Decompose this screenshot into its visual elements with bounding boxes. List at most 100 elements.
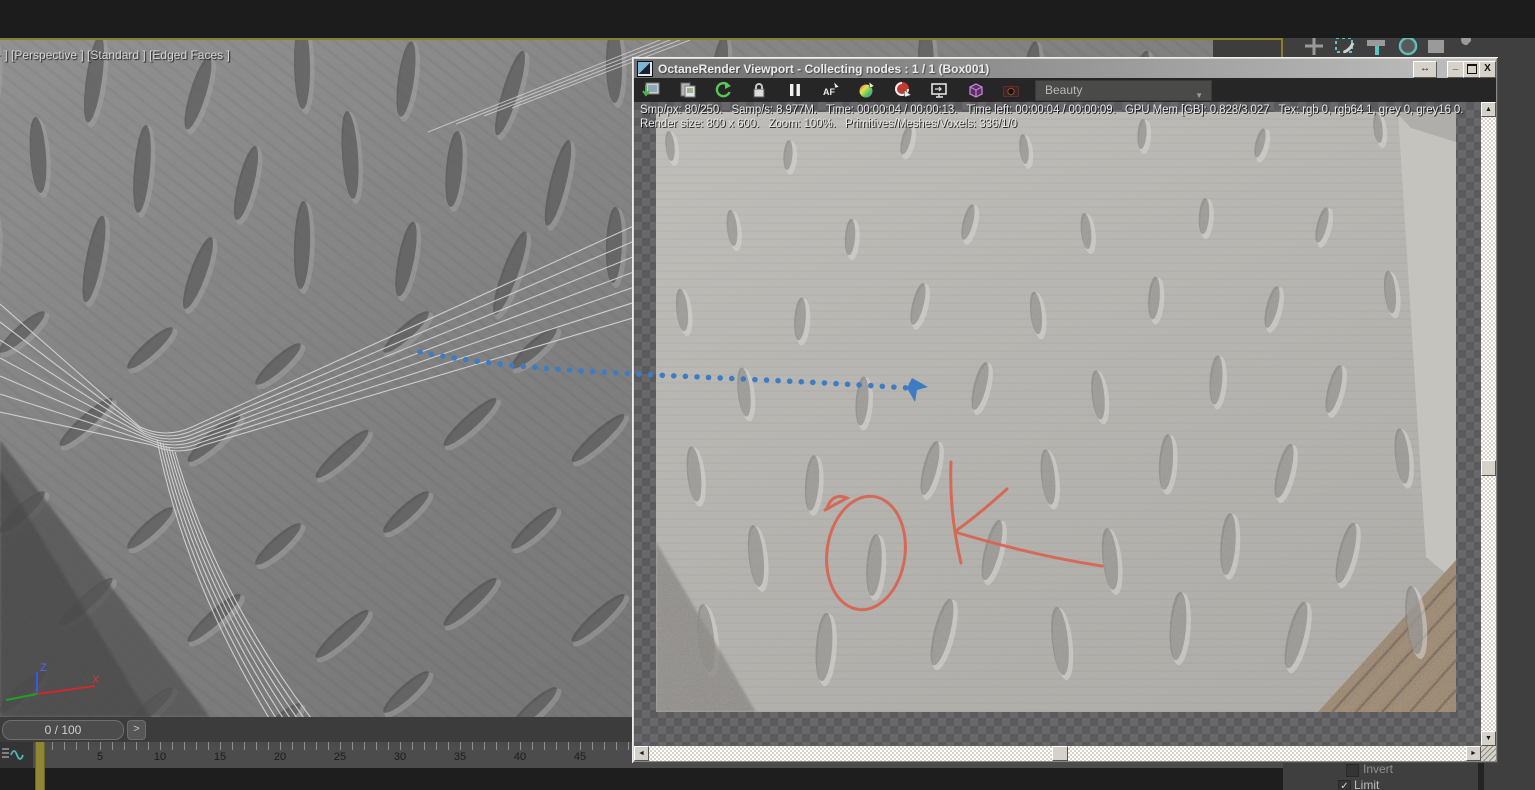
trackbar-tick-label: 25: [333, 751, 347, 763]
trackbar-tick: [592, 742, 593, 750]
trackbar-tick-label: 10: [153, 751, 167, 763]
material-pick-icon[interactable]: [893, 80, 913, 100]
trackbar-lower-area: [0, 768, 1283, 790]
resize-grip[interactable]: [1481, 746, 1496, 761]
rendered-image: [656, 112, 1459, 715]
vertical-scrollbar[interactable]: ▲ ▼: [1481, 102, 1496, 746]
curve-editor-icon: [2, 748, 24, 760]
trackbar-tick: [52, 742, 53, 750]
trackbar-tick: [256, 742, 257, 750]
octane-render-window: OctaneRender Viewport - Collecting nodes…: [632, 57, 1498, 763]
trackbar-tick: [76, 742, 77, 750]
trackbar-tick: [208, 742, 209, 750]
render-pass-value: Beauty: [1045, 82, 1083, 97]
restart-render-icon[interactable]: [713, 80, 733, 100]
trackbar-tick: [268, 742, 269, 750]
trackbar-tick-label: 15: [213, 751, 227, 763]
trackbar-tick: [556, 742, 557, 750]
trackbar-tick: [616, 742, 617, 750]
octane-window-title: OctaneRender Viewport - Collecting nodes…: [658, 61, 990, 76]
maximize-button[interactable]: [1463, 61, 1480, 78]
trackbar-tick: [136, 742, 137, 750]
trackbar-tick: [172, 742, 173, 750]
trackbar-tick-label: 35: [453, 751, 467, 763]
trackbar-tick: [508, 742, 509, 750]
render-pass-dropdown[interactable]: Beauty ▼: [1035, 79, 1212, 101]
octane-title-bar[interactable]: OctaneRender Viewport - Collecting nodes…: [634, 59, 1496, 78]
trackbar-tick: [124, 742, 125, 750]
trackbar-tick: [412, 742, 413, 750]
screen: Invert ✓ Limit Effect: [0, 0, 1535, 790]
scroll-down-icon[interactable]: ▼: [1481, 731, 1496, 746]
scroll-up-icon[interactable]: ▲: [1481, 102, 1496, 117]
trackbar-tick: [496, 742, 497, 750]
trackbar-tick: [484, 742, 485, 750]
trackbar-tick: [604, 742, 605, 750]
camera-icon[interactable]: [1001, 80, 1021, 100]
panel-divider: [1478, 763, 1484, 790]
trackbar-tick: [400, 742, 401, 750]
invert-checkbox[interactable]: [1346, 764, 1359, 777]
subsampling-icon[interactable]: [929, 80, 949, 100]
trackbar-tick: [364, 742, 365, 750]
trackbar-tick: [472, 742, 473, 750]
curve-editor-button[interactable]: [0, 742, 33, 768]
trackbar-tick: [424, 742, 425, 750]
trackbar-tick: [436, 742, 437, 750]
close-button[interactable]: X: [1479, 61, 1496, 78]
octane-status-line1: Smp/px: 80/250. Samp/s: 8.977M. Time: 00…: [640, 104, 1464, 116]
trackbar-tick: [352, 742, 353, 750]
horizontal-scrollbar[interactable]: ◄ ►: [634, 746, 1481, 761]
trackbar-tick: [520, 742, 521, 750]
trackbar-tick: [340, 742, 341, 750]
minimize-button[interactable]: _: [1447, 61, 1464, 78]
save-image-icon[interactable]: [641, 80, 661, 100]
horizontal-scrollbar-thumb[interactable]: [1052, 746, 1068, 761]
trackbar-tick: [88, 742, 89, 750]
trackbar-tick: [184, 742, 185, 750]
render-view[interactable]: [634, 102, 1481, 746]
trackbar-tick: [232, 742, 233, 750]
trackbar-tick: [448, 742, 449, 750]
trackbar-tick: [388, 742, 389, 750]
trackbar-tick: [244, 742, 245, 750]
white-balance-pick-icon[interactable]: [857, 80, 877, 100]
limit-effect-checkbox[interactable]: ✓: [1338, 780, 1351, 790]
trackbar-tick: [292, 742, 293, 750]
trackbar-tick: [580, 742, 581, 750]
current-frame-marker[interactable]: [35, 742, 45, 790]
trackbar-tick: [160, 742, 161, 750]
pause-render-icon[interactable]: [785, 80, 805, 100]
octane-app-icon: [637, 60, 653, 77]
time-slider-field[interactable]: 0 / 100: [2, 720, 124, 740]
octane-toolbar: AF Beauty ▼: [634, 78, 1496, 102]
trackbar-tick: [112, 742, 113, 750]
trackbar-tick: [64, 742, 65, 750]
scroll-right-icon[interactable]: ►: [1466, 746, 1481, 761]
trackbar-tick: [568, 742, 569, 750]
trackbar-tick: [196, 742, 197, 750]
lock-resolution-icon[interactable]: [749, 80, 769, 100]
trackbar-tick: [460, 742, 461, 750]
viewport-label[interactable]: + ] [Perspective ] [Standard ] [Edged Fa…: [0, 48, 230, 62]
trackbar-tick-label: 30: [393, 751, 407, 763]
trackbar-tick: [628, 742, 629, 750]
render-drawing: [656, 112, 1459, 715]
scroll-left-icon[interactable]: ◄: [634, 746, 649, 761]
next-frame-button[interactable]: >: [127, 720, 146, 740]
trackbar-tick: [100, 742, 101, 750]
limit-effect-label: Limit Effect: [1354, 778, 1380, 790]
axis-z-label: Z: [40, 662, 47, 674]
vertical-scrollbar-thumb[interactable]: [1481, 460, 1496, 476]
trackbar-tick: [280, 742, 281, 750]
octane-status-line2: Render size: 800 x 600. Zoom: 100%. Prim…: [640, 118, 1017, 130]
autofocus-pick-icon[interactable]: AF: [821, 80, 841, 100]
invert-label: Invert: [1363, 762, 1394, 776]
object-pick-icon[interactable]: [965, 80, 985, 100]
trackbar-tick: [544, 742, 545, 750]
resize-button[interactable]: ↔: [1413, 61, 1437, 78]
copy-clipboard-icon[interactable]: [677, 80, 697, 100]
axis-x-label: X: [92, 674, 100, 686]
trackbar-tick: [148, 742, 149, 750]
trackbar-tick-label: 40: [513, 751, 527, 763]
